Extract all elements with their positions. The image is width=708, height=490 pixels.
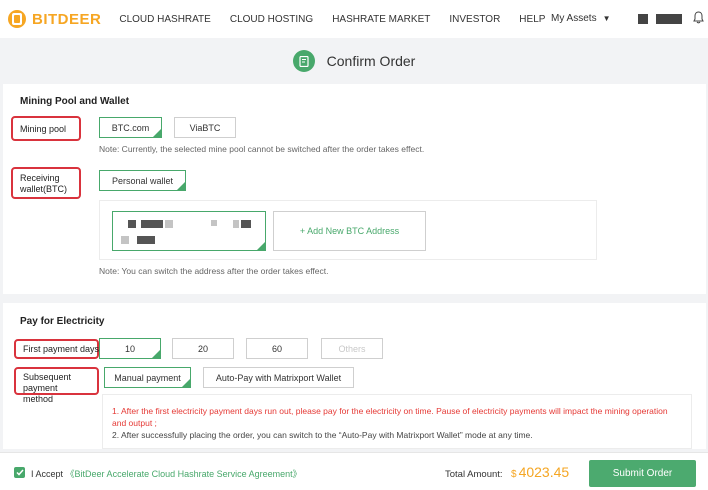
page-title: Confirm Order <box>326 53 416 69</box>
nav-cloud-hashrate[interactable]: CLOUD HASHRATE <box>119 14 211 25</box>
submit-order-button[interactable]: Submit Order <box>589 460 696 487</box>
redacted-address <box>165 220 173 228</box>
redacted-address <box>241 220 251 228</box>
page-header: Confirm Order <box>0 38 708 84</box>
redacted-address <box>211 220 217 226</box>
mining-pool-wallet-section: Mining Pool and Wallet Mining pool BTC.c… <box>3 84 706 294</box>
total-amount-label: Total Amount: <box>445 469 503 480</box>
section-title-pool-wallet: Mining Pool and Wallet <box>20 96 130 107</box>
my-assets-dropdown[interactable]: My Assets ▼ <box>551 13 611 24</box>
amount-number: 4023.45 <box>518 464 570 480</box>
my-assets-label: My Assets <box>551 13 597 24</box>
payment-note-2: 2. After successfully placing the order,… <box>112 430 533 440</box>
redacted-address <box>121 236 129 244</box>
pool-note: Note: Currently, the selected mine pool … <box>99 144 425 154</box>
agreement-checkbox[interactable] <box>14 467 25 478</box>
pool-option-viabtc[interactable]: ViaBTC <box>174 117 236 138</box>
agreement-link[interactable]: 《BitDeer Accelerate Cloud Hashrate Servi… <box>66 469 302 479</box>
method-option-manual[interactable]: Manual payment <box>104 367 191 388</box>
pool-option-btccom[interactable]: BTC.com <box>99 117 162 138</box>
redacted-avatar[interactable] <box>638 14 648 24</box>
accept-label: I Accept <box>31 469 64 479</box>
nav-cloud-hosting[interactable]: CLOUD HOSTING <box>230 14 313 25</box>
currency-symbol: $ <box>511 469 517 480</box>
first-payment-days-label: First payment days <box>14 339 99 359</box>
order-footer: I Accept 《BitDeer Accelerate Cloud Hashr… <box>0 452 708 490</box>
nav-help[interactable]: HELP <box>519 14 545 25</box>
nav-investor[interactable]: INVESTOR <box>449 14 500 25</box>
days-option-20[interactable]: 20 <box>172 338 234 359</box>
wallet-address-area: + Add New BTC Address <box>99 200 597 260</box>
brand-name: BITDEER <box>32 10 102 28</box>
receiving-wallet-label: Receiving wallet(BTC) <box>11 167 81 199</box>
days-option-60[interactable]: 60 <box>246 338 308 359</box>
add-btc-address-button[interactable]: + Add New BTC Address <box>273 211 426 251</box>
order-icon <box>292 50 315 72</box>
payment-notes-box: 1. After the first electricity payment d… <box>102 394 692 449</box>
subsequent-payment-method-label: Subsequent payment method <box>14 367 99 404</box>
electricity-section: Pay for Electricity First payment days 1… <box>3 303 706 449</box>
agreement-text: I Accept 《BitDeer Accelerate Cloud Hashr… <box>31 467 302 480</box>
address-note: Note: You can switch the address after t… <box>99 266 329 276</box>
caret-down-icon: ▼ <box>602 14 611 23</box>
wallet-option-personal[interactable]: Personal wallet <box>99 170 186 191</box>
redacted-address <box>128 220 136 228</box>
bitdeer-logo-icon <box>8 10 26 28</box>
selected-wallet-address-card[interactable] <box>112 211 266 251</box>
total-amount-value: $4023.45 <box>511 464 569 480</box>
redacted-address <box>137 236 155 244</box>
top-navigation-bar: BITDEER CLOUD HASHRATE CLOUD HOSTING HAS… <box>0 0 708 38</box>
days-option-10[interactable]: 10 <box>99 338 161 359</box>
bell-icon[interactable] <box>693 11 704 26</box>
brand-logo[interactable]: BITDEER <box>8 10 101 28</box>
days-option-others[interactable]: Others <box>321 338 383 359</box>
payment-note-1: 1. After the first electricity payment d… <box>112 406 668 428</box>
mining-pool-label: Mining pool <box>11 116 81 141</box>
main-nav: CLOUD HASHRATE CLOUD HOSTING HASHRATE MA… <box>119 14 564 25</box>
redacted-username[interactable] <box>656 14 682 24</box>
redacted-address <box>233 220 239 228</box>
section-title-electricity: Pay for Electricity <box>20 316 105 327</box>
redacted-address <box>141 220 163 228</box>
nav-hashrate-market[interactable]: HASHRATE MARKET <box>332 14 430 25</box>
method-option-auto-pay[interactable]: Auto-Pay with Matrixport Wallet <box>203 367 354 388</box>
